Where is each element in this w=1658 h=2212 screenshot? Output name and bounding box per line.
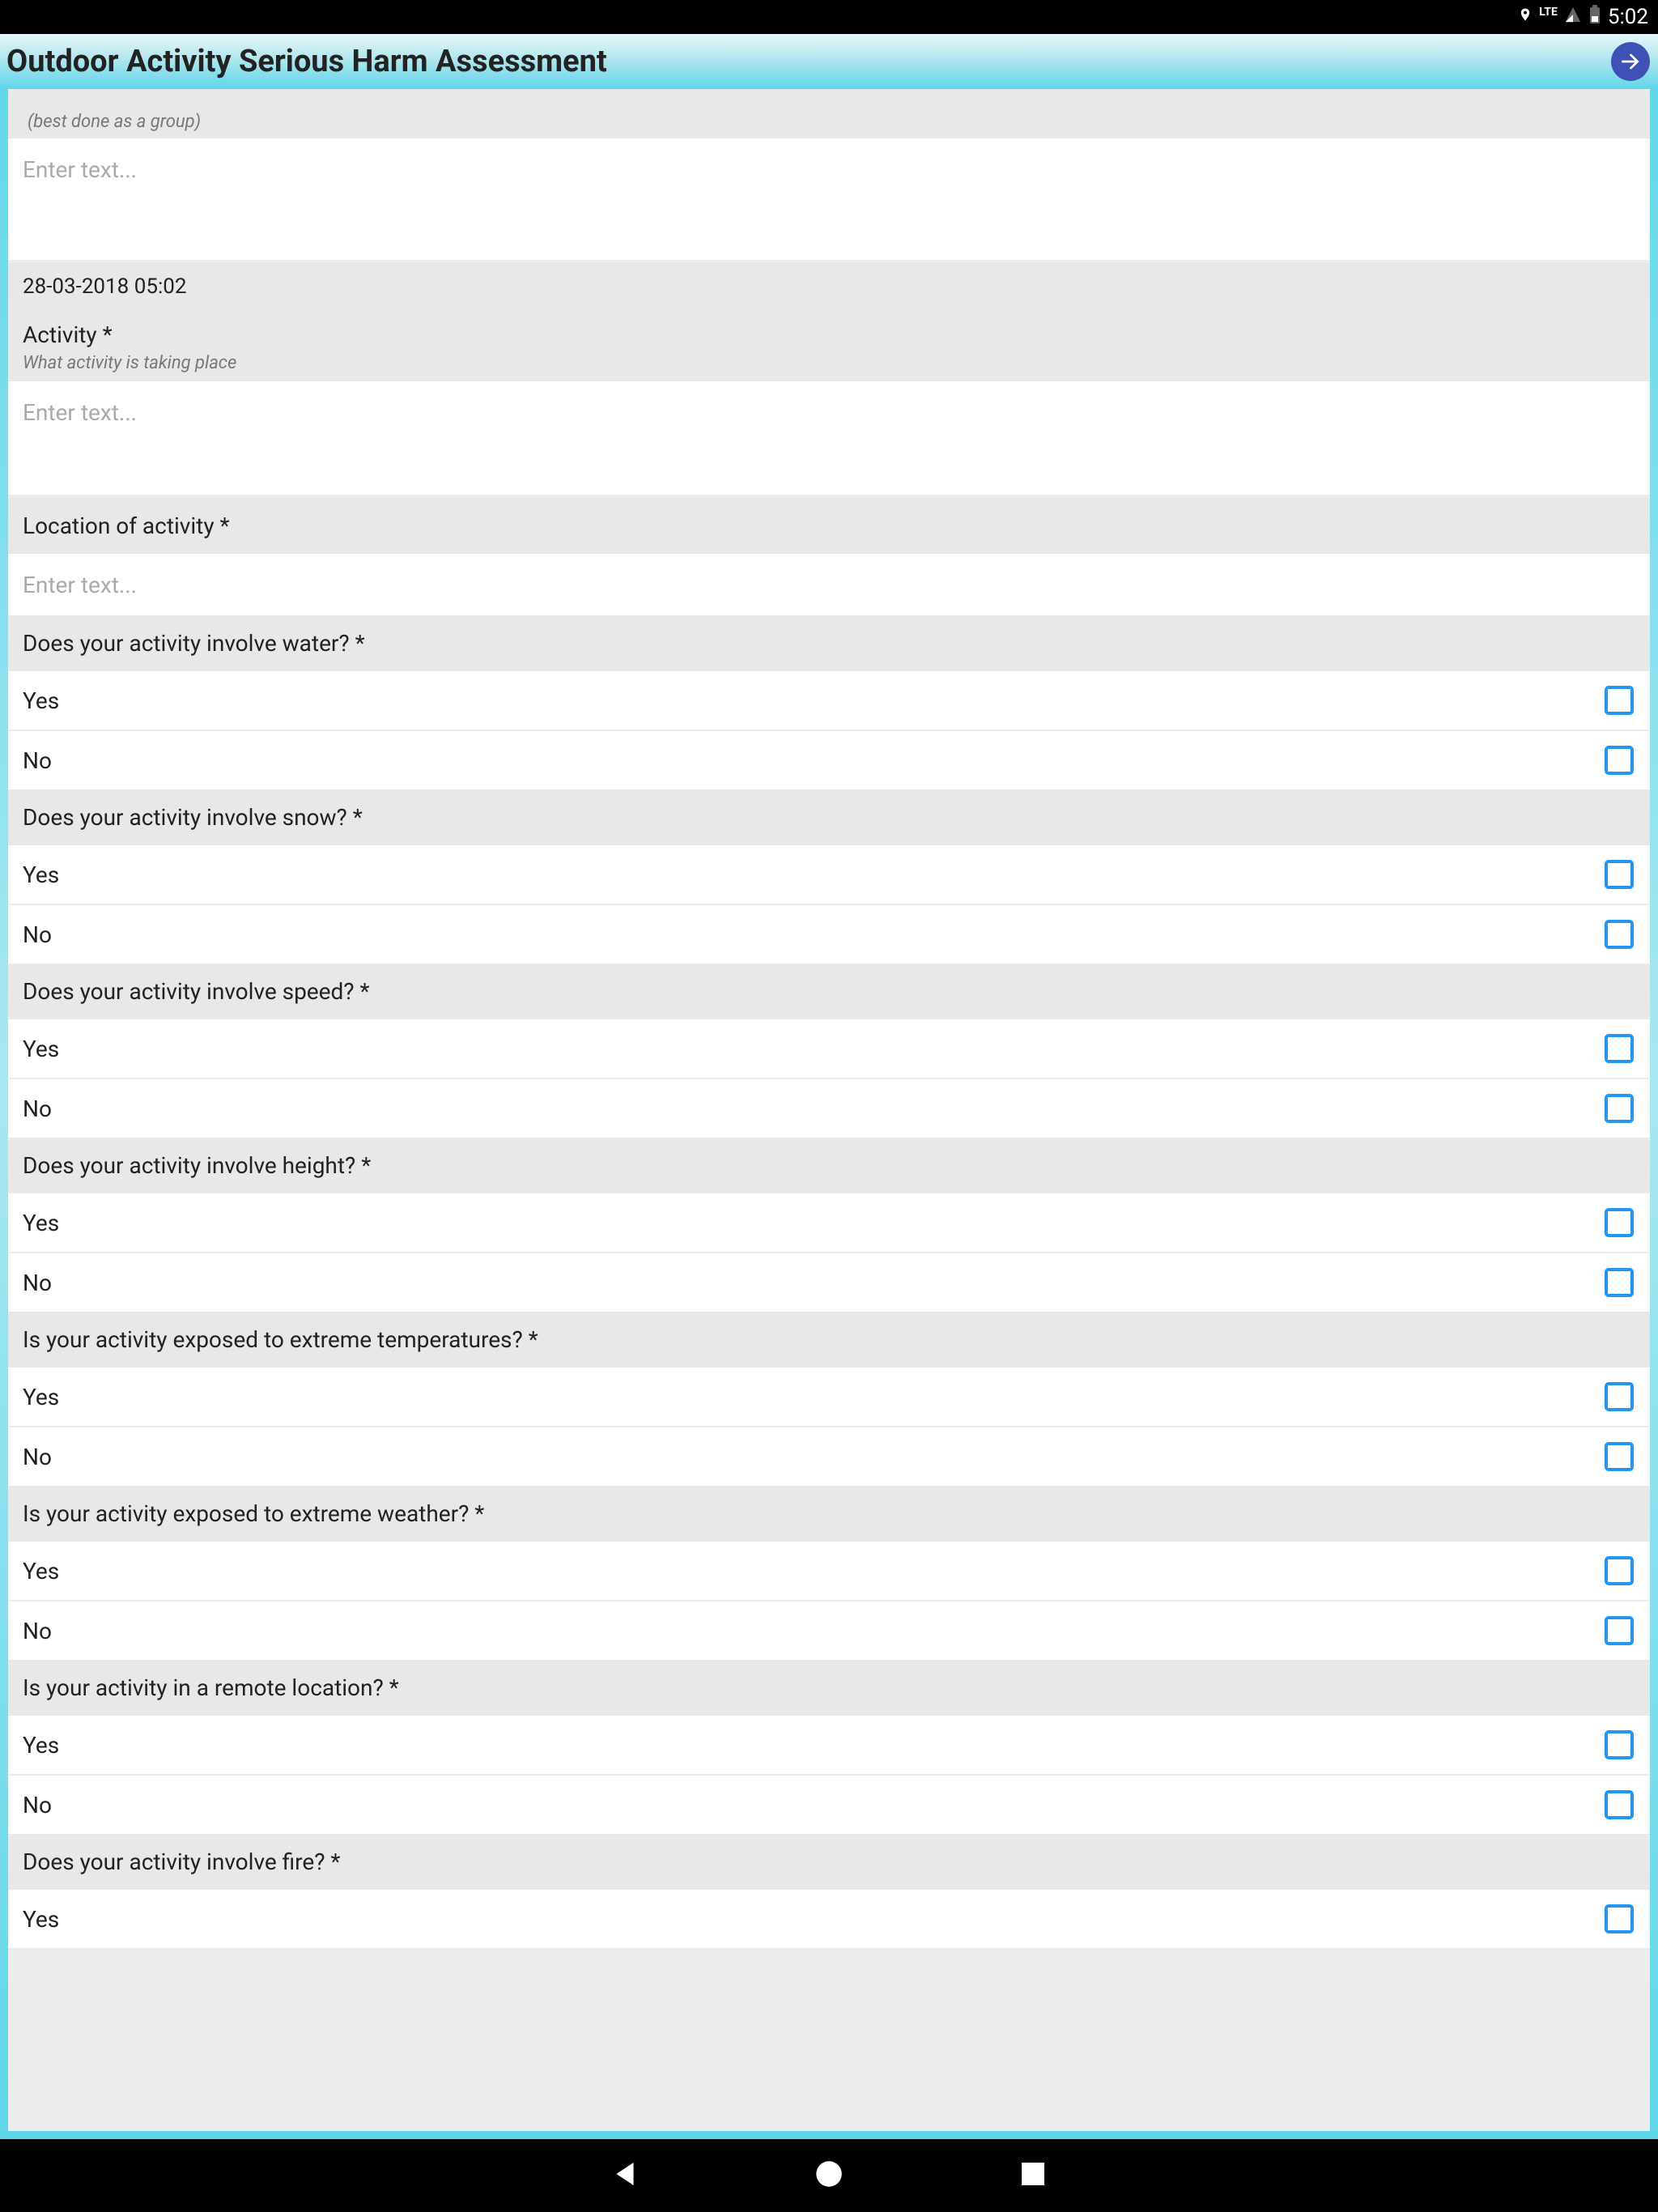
question-snow: Does your activity involve snow? * [8,789,1650,845]
nav-home-button[interactable] [812,2157,846,2194]
snow-no-row[interactable]: No [8,905,1650,963]
water-no-checkbox[interactable] [1605,746,1634,775]
option-label: No [23,1618,52,1644]
height-yes-checkbox[interactable] [1605,1208,1634,1237]
option-label: Yes [23,1906,59,1933]
signal-icon [1564,5,1582,29]
temp-yes-row[interactable]: Yes [8,1368,1650,1426]
option-label: Yes [23,1732,59,1759]
option-label: No [23,1444,52,1470]
speed-yes-row[interactable]: Yes [8,1019,1650,1078]
activity-section: Activity * What activity is taking place [8,310,1650,381]
question-weather: Is your activity exposed to extreme weat… [8,1486,1650,1542]
question-water: Does your activity involve water? * [8,615,1650,671]
location-label: Location of activity * [8,498,1650,554]
status-time: 5:02 [1608,5,1648,29]
speed-no-row[interactable]: No [8,1079,1650,1138]
circle-home-icon [812,2157,846,2191]
next-button[interactable] [1611,42,1650,81]
remote-yes-row[interactable]: Yes [8,1716,1650,1774]
question-temperature: Is your activity exposed to extreme temp… [8,1312,1650,1368]
lte-indicator: LTE [1539,6,1558,19]
fire-yes-checkbox[interactable] [1605,1904,1634,1933]
page-title: Outdoor Activity Serious Harm Assessment [6,44,607,79]
option-label: Yes [23,1210,59,1236]
water-yes-checkbox[interactable] [1605,686,1634,715]
activity-label: Activity * [23,321,1635,348]
question-fire: Does your activity involve fire? * [8,1834,1650,1890]
timestamp-section: 28-03-2018 05:02 [8,263,1650,310]
height-no-checkbox[interactable] [1605,1268,1634,1297]
app-header: Outdoor Activity Serious Harm Assessment [0,34,1658,89]
option-label: No [23,1792,52,1819]
option-label: Yes [23,687,59,714]
question-remote: Is your activity in a remote location? * [8,1660,1650,1716]
option-label: Yes [23,1036,59,1062]
snow-yes-checkbox[interactable] [1605,860,1634,889]
nav-recent-button[interactable] [1016,2157,1050,2194]
weather-no-row[interactable]: No [8,1602,1650,1660]
remote-no-row[interactable]: No [8,1776,1650,1834]
option-label: Yes [23,1558,59,1585]
location-input[interactable] [8,554,1650,615]
temp-no-checkbox[interactable] [1605,1442,1634,1471]
navigation-bar [0,2139,1658,2212]
temp-no-row[interactable]: No [8,1427,1650,1486]
top-hint-section: (best done as a group) [8,89,1650,138]
fire-yes-row[interactable]: Yes [8,1890,1650,1948]
remote-yes-checkbox[interactable] [1605,1730,1634,1759]
top-hint: (best done as a group) [28,112,1635,132]
water-no-row[interactable]: No [8,731,1650,789]
form-content: (best done as a group) 28-03-2018 05:02 … [8,89,1650,2131]
arrow-right-icon [1618,49,1643,74]
battery-icon [1588,5,1601,30]
snow-yes-row[interactable]: Yes [8,845,1650,904]
status-bar: LTE 5:02 [0,0,1658,34]
app-container: Outdoor Activity Serious Harm Assessment… [0,34,1658,2139]
temp-yes-checkbox[interactable] [1605,1382,1634,1411]
location-icon [1518,5,1533,29]
question-speed: Does your activity involve speed? * [8,963,1650,1019]
option-label: No [23,1270,52,1296]
height-no-row[interactable]: No [8,1253,1650,1312]
weather-yes-row[interactable]: Yes [8,1542,1650,1600]
water-yes-row[interactable]: Yes [8,671,1650,730]
option-label: No [23,921,52,948]
question-height: Does your activity involve height? * [8,1138,1650,1193]
option-label: Yes [23,861,59,888]
weather-no-checkbox[interactable] [1605,1616,1634,1645]
square-recent-icon [1016,2157,1050,2191]
group-input[interactable] [8,138,1650,260]
option-label: No [23,1095,52,1122]
speed-yes-checkbox[interactable] [1605,1034,1634,1063]
remote-no-checkbox[interactable] [1605,1790,1634,1819]
speed-no-checkbox[interactable] [1605,1094,1634,1123]
timestamp-value: 28-03-2018 05:02 [23,274,1635,299]
option-label: Yes [23,1384,59,1410]
weather-yes-checkbox[interactable] [1605,1556,1634,1585]
nav-back-button[interactable] [608,2157,642,2194]
activity-input[interactable] [8,381,1650,495]
triangle-back-icon [608,2157,642,2191]
height-yes-row[interactable]: Yes [8,1193,1650,1252]
activity-hint: What activity is taking place [23,353,1635,373]
snow-no-checkbox[interactable] [1605,920,1634,949]
option-label: No [23,747,52,774]
